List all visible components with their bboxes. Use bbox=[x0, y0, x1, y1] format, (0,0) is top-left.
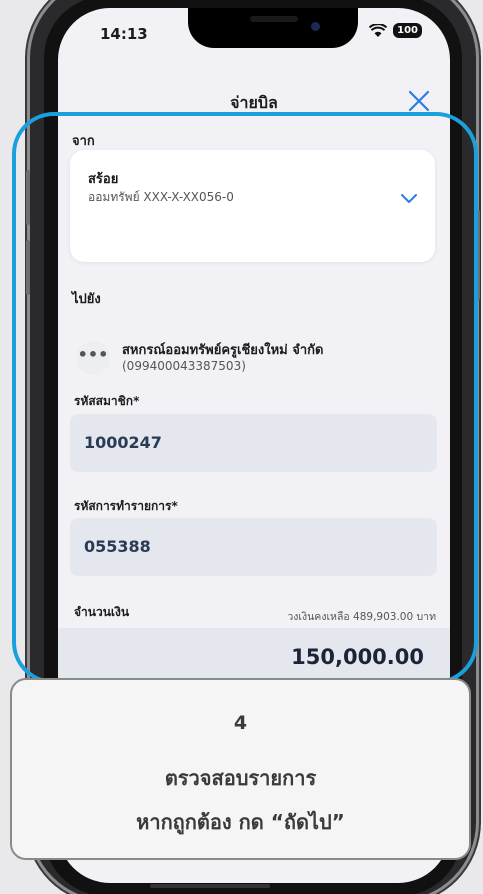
biller-info: ••• สหกรณ์ออมทรัพย์ครูเชียงใหม่ จำกัด (0… bbox=[70, 333, 435, 393]
home-indicator bbox=[150, 884, 270, 888]
camera-dot bbox=[311, 22, 320, 31]
source-account-card[interactable]: สร้อย ออมทรัพย์ XXX-X-XX056-0 bbox=[70, 150, 435, 262]
more-icon: ••• bbox=[76, 341, 110, 375]
biller-name: สหกรณ์ออมทรัพย์ครูเชียงใหม่ จำกัด bbox=[122, 343, 324, 358]
battery-icon: 100 bbox=[393, 23, 422, 38]
status-time: 14:13 bbox=[100, 25, 148, 43]
available-balance: วงเงินคงเหลือ 489,903.00 บาท bbox=[287, 611, 436, 623]
to-label: ไปยัง bbox=[72, 292, 101, 307]
power-button bbox=[476, 210, 480, 300]
instruction-callout: 4 ตรวจสอบรายการ หากถูกต้อง กด “ถัดไป” bbox=[10, 678, 471, 860]
speaker bbox=[250, 16, 298, 22]
status-icons: 100 bbox=[369, 23, 422, 38]
member-id-label: รหัสสมาชิก* bbox=[74, 394, 140, 408]
account-name: สร้อย bbox=[88, 172, 119, 187]
amount-label: จำนวนเงิน bbox=[74, 605, 130, 619]
transaction-code-label: รหัสการทำรายการ* bbox=[74, 499, 178, 513]
from-label: จาก bbox=[72, 134, 95, 149]
step-number: 4 bbox=[233, 712, 248, 734]
page-title: จ่ายบิล bbox=[230, 93, 278, 112]
account-number: ออมทรัพย์ XXX-X-XX056-0 bbox=[88, 190, 234, 204]
close-icon[interactable] bbox=[406, 88, 432, 114]
instruction-text: หากถูกต้อง กด “ถัดไป” bbox=[136, 810, 345, 834]
volume-button bbox=[26, 170, 30, 225]
notch bbox=[188, 8, 358, 48]
volume-button bbox=[26, 240, 30, 295]
instruction-text: ตรวจสอบรายการ bbox=[164, 766, 317, 790]
chevron-down-icon[interactable] bbox=[401, 194, 417, 204]
biller-id: (099400043387503) bbox=[122, 359, 246, 373]
transaction-code-input[interactable]: 055388 bbox=[70, 518, 437, 576]
wifi-icon bbox=[369, 23, 388, 37]
member-id-input[interactable]: 1000247 bbox=[70, 414, 437, 472]
